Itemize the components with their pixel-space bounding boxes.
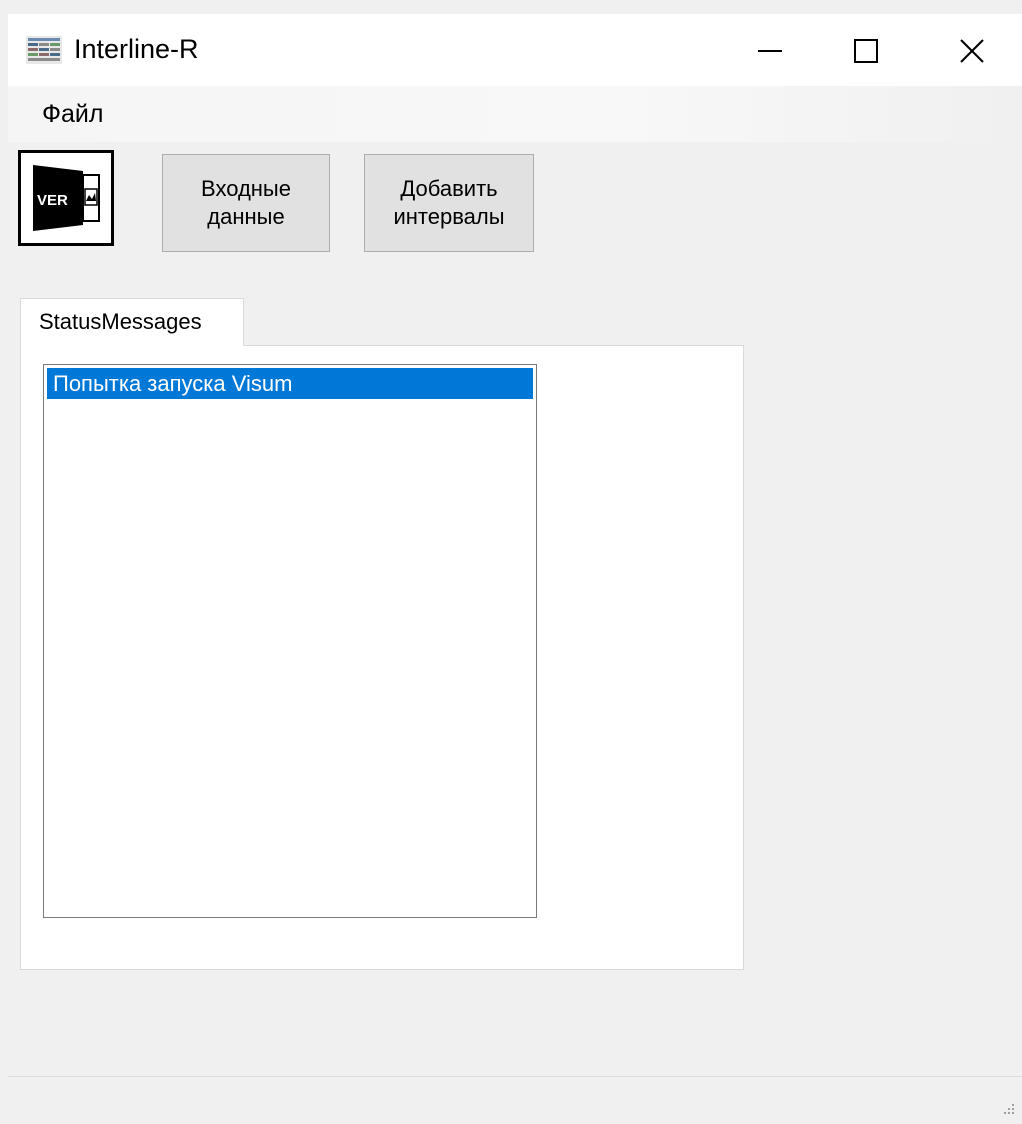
close-icon — [960, 39, 984, 63]
status-messages-listbox[interactable]: Попытка запуска Visum — [43, 364, 537, 918]
minimize-button[interactable] — [730, 16, 810, 86]
maximize-button[interactable] — [826, 16, 906, 86]
minimize-icon — [758, 50, 782, 52]
menu-item-file[interactable]: Файл — [30, 98, 115, 131]
title-bar[interactable]: Interline-R — [8, 14, 1022, 86]
tab-label: StatusMessages — [39, 309, 202, 334]
ver-logo-icon: VER — [27, 159, 105, 237]
main-window: Interline-R Файл VER Входные данные Доба… — [8, 12, 1022, 1124]
menu-bar: Файл — [8, 86, 1022, 142]
status-bar — [8, 1077, 1022, 1124]
resize-grip-icon[interactable] — [1000, 1102, 1016, 1118]
input-data-button[interactable]: Входные данные — [162, 154, 330, 252]
logo-text: VER — [37, 192, 68, 209]
maximize-icon — [854, 39, 878, 63]
add-intervals-button[interactable]: Добавить интервалы — [364, 154, 534, 252]
ver-logo-button[interactable]: VER — [18, 150, 114, 246]
close-button[interactable] — [932, 16, 1012, 86]
tab-panel-status-messages: Попытка запуска Visum — [20, 345, 744, 970]
list-item[interactable]: Попытка запуска Visum — [47, 368, 533, 399]
tab-status-messages[interactable]: StatusMessages — [20, 298, 244, 346]
app-grid-icon — [26, 36, 62, 64]
window-title: Interline-R — [74, 34, 199, 64]
